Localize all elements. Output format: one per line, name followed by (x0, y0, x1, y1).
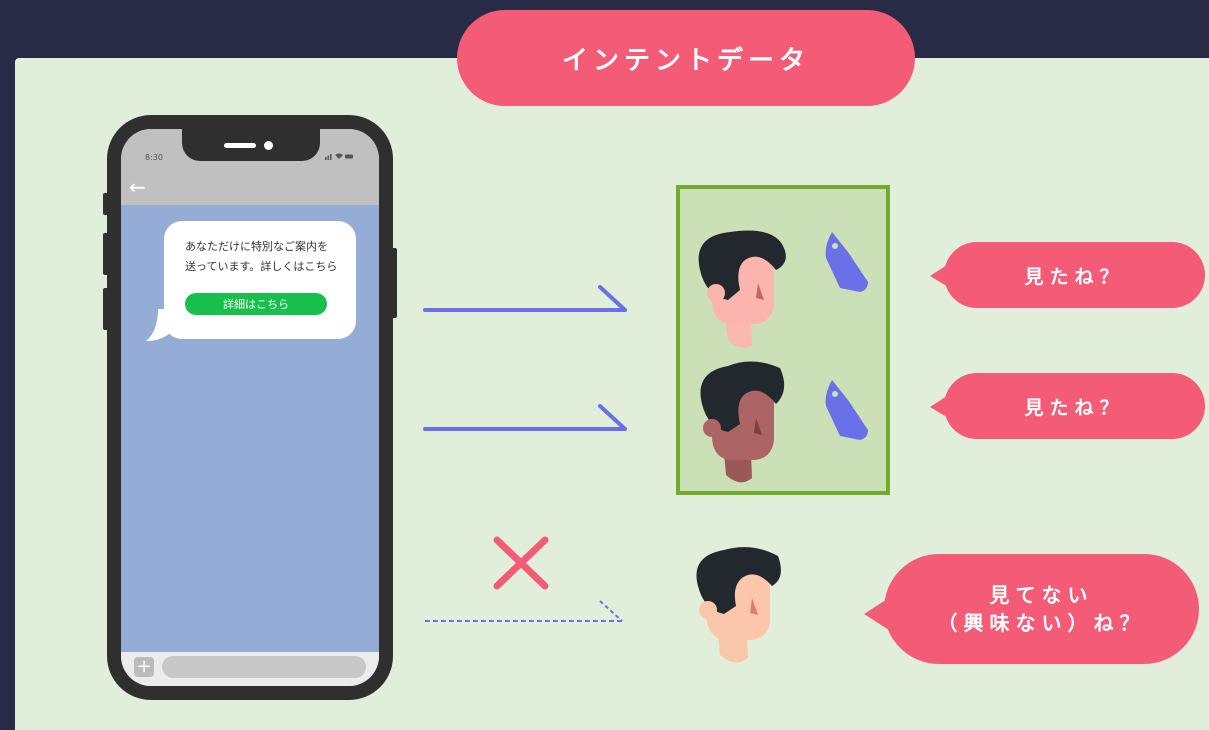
arrow-right-icon (423, 285, 627, 312)
person-face-icon (698, 230, 786, 348)
reaction-not-viewed: 見てない （興味ない）ね？ (884, 554, 1199, 664)
reaction-viewed-2: 見たね？ (944, 373, 1205, 439)
person-face-icon (696, 547, 781, 663)
reaction-viewed-1: 見たね？ (944, 242, 1205, 308)
person-face-icon (700, 361, 785, 483)
cross-icon (493, 536, 549, 590)
reaction-not-viewed-line1: 見てない (989, 583, 1094, 607)
arrow-right-icon (423, 404, 627, 431)
dashed-arrow-icon (425, 600, 623, 622)
reaction-not-viewed-line2: （興味ない）ね？ (937, 611, 1146, 635)
tag-icon (825, 232, 868, 292)
tag-icon (825, 380, 868, 440)
